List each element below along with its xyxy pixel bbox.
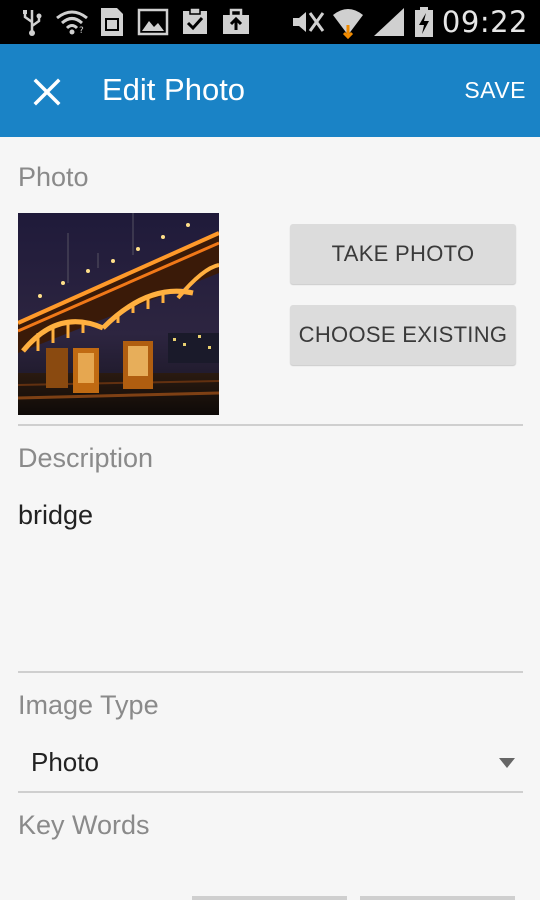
page-title: Edit Photo <box>102 72 246 107</box>
sim-icon <box>101 8 123 36</box>
battery-charging-icon <box>415 7 433 37</box>
app-bar: Edit Photo SAVE <box>0 44 540 137</box>
choose-existing-button[interactable]: CHOOSE EXISTING <box>290 305 516 365</box>
photo-label: Photo <box>18 162 89 192</box>
bottom-edge-fragment <box>360 896 515 900</box>
bridge-photo-image <box>18 213 219 415</box>
bottom-edge-fragment <box>192 896 347 900</box>
mute-icon <box>293 12 325 32</box>
image-type-label: Image Type <box>18 690 159 720</box>
description-field[interactable]: bridge <box>18 500 93 531</box>
chevron-down-icon <box>499 758 515 768</box>
svg-text:?: ? <box>79 26 84 35</box>
close-icon[interactable] <box>26 71 68 113</box>
divider <box>18 791 523 793</box>
take-photo-button[interactable]: TAKE PHOTO <box>290 224 516 284</box>
briefcase-upload-icon <box>223 8 249 34</box>
status-bar: ? 09:22 <box>0 0 540 44</box>
wifi-signal-icon <box>333 9 363 39</box>
cell-signal-icon <box>374 8 404 36</box>
image-icon <box>137 8 169 36</box>
usb-icon <box>23 10 42 36</box>
divider <box>18 424 523 426</box>
image-type-value: Photo <box>31 747 99 777</box>
key-words-label: Key Words <box>18 810 150 840</box>
description-label: Description <box>18 443 154 473</box>
divider <box>18 671 523 673</box>
clipboard-check-icon <box>183 7 207 34</box>
status-time: 09:22 <box>441 5 528 39</box>
save-button[interactable]: SAVE <box>464 77 526 104</box>
wifi-icon: ? <box>56 10 88 35</box>
photo-thumbnail[interactable] <box>18 213 219 415</box>
